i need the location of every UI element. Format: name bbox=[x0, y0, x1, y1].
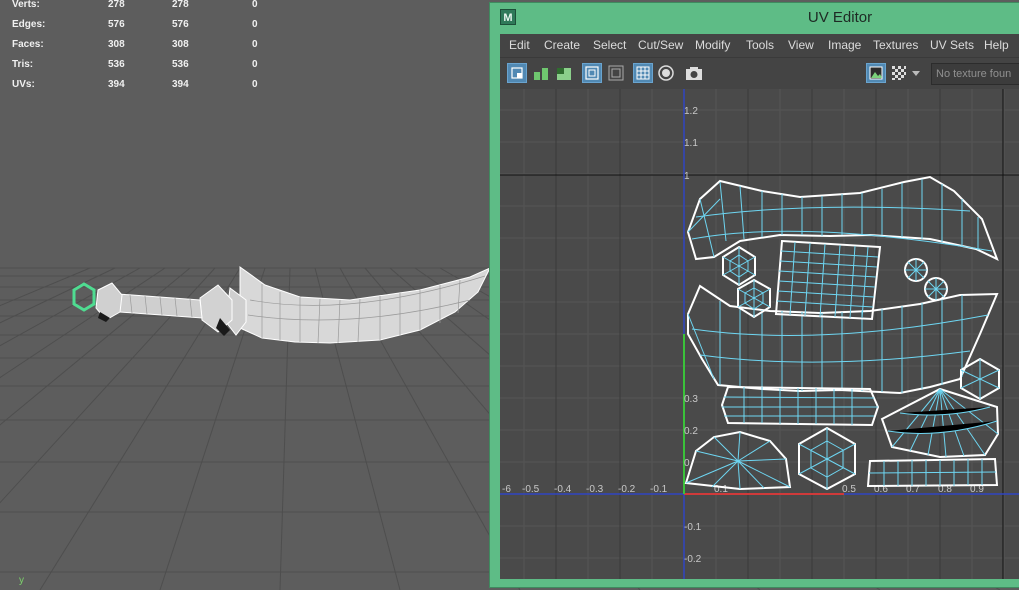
menu-select[interactable]: Select bbox=[593, 38, 626, 52]
uv-shell-hexagon-1[interactable] bbox=[722, 245, 756, 287]
uv-editor-window[interactable]: M UV Editor Edit Create Select Cut/Sew Modif… bbox=[489, 2, 1019, 588]
menu-help[interactable]: Help bbox=[984, 38, 1009, 52]
frame-selection-icon[interactable] bbox=[606, 63, 626, 83]
uv-editor-body: Edit Create Select Cut/Sew Modify Tools View Im… bbox=[500, 34, 1019, 579]
hud-row: Faces: 308 308 0 bbox=[12, 39, 272, 53]
hud-row-value: 394 bbox=[172, 79, 189, 90]
menu-image[interactable]: Image bbox=[828, 38, 861, 52]
snapshot-icon[interactable] bbox=[684, 63, 704, 83]
texture-name-field[interactable]: No texture foun bbox=[931, 63, 1019, 85]
hud-row-value: 0 bbox=[252, 39, 258, 50]
title-bar[interactable]: M UV Editor bbox=[490, 3, 1019, 31]
uv-canvas[interactable]: 1.2 1.1 1 0.3 0.2 0 -0.1 -0.2 -6 -0.5 -0.4 -0.3 -0.… bbox=[500, 89, 1019, 579]
hud-row: UVs: 394 394 0 bbox=[12, 79, 272, 93]
hud-row-label: Edges: bbox=[12, 19, 46, 30]
hud-row-value: 576 bbox=[172, 19, 189, 30]
hud-row-label: Faces: bbox=[12, 39, 44, 50]
u-tick-label: -0.3 bbox=[586, 484, 604, 495]
u-tick-label: -0.5 bbox=[522, 484, 540, 495]
v-tick-label: 1.2 bbox=[684, 106, 698, 117]
menu-create[interactable]: Create bbox=[544, 38, 580, 52]
uv-shell-handle[interactable] bbox=[720, 385, 880, 427]
uv-shell-guard-rect[interactable] bbox=[774, 239, 882, 321]
hud-row: Tris: 536 536 0 bbox=[12, 59, 272, 73]
checker-icon[interactable] bbox=[889, 63, 909, 83]
grid-toggle-icon[interactable] bbox=[633, 63, 653, 83]
v-tick-label: -0.1 bbox=[684, 522, 702, 533]
hud-row-value: 0 bbox=[252, 59, 258, 70]
window-title: UV Editor bbox=[807, 9, 873, 26]
hud-row-value: 394 bbox=[108, 79, 125, 90]
uv-shell-strip-bottom[interactable] bbox=[866, 457, 999, 488]
frame-all-icon[interactable] bbox=[582, 63, 602, 83]
hud-row-value: 0 bbox=[252, 79, 258, 90]
uv-shell-hexagon-2[interactable] bbox=[737, 278, 771, 319]
menu-view[interactable]: View bbox=[788, 38, 814, 52]
uv-sphere-icon[interactable] bbox=[656, 63, 676, 83]
uv-shell-circle-1[interactable] bbox=[904, 258, 928, 282]
hud-row-label: Verts: bbox=[12, 0, 40, 10]
v-tick-label: 1 bbox=[684, 171, 690, 182]
v-tick-label: 0.3 bbox=[684, 394, 698, 405]
hud-row-value: 278 bbox=[108, 0, 125, 10]
uv-toolkit-icon[interactable] bbox=[507, 63, 527, 83]
uv-layout-icon[interactable] bbox=[531, 63, 551, 83]
uv-shell-blade-top[interactable] bbox=[686, 175, 999, 261]
menu-bar: Edit Create Select Cut/Sew Modify Tools View Im… bbox=[500, 34, 1019, 57]
axis-y-label: y bbox=[19, 575, 24, 586]
u-tick-label: -0.4 bbox=[554, 484, 572, 495]
menu-modify[interactable]: Modify bbox=[695, 38, 730, 52]
u-tick-label: 0.5 bbox=[842, 484, 856, 495]
v-tick-label: 0 bbox=[684, 458, 690, 469]
hud-row: Verts: 278 278 0 bbox=[12, 0, 272, 13]
hud-row-value: 0 bbox=[252, 0, 258, 10]
menu-uv-sets[interactable]: UV Sets bbox=[930, 38, 974, 52]
hud-row-label: Tris: bbox=[12, 59, 34, 70]
dropdown-arrow-icon[interactable] bbox=[910, 63, 922, 83]
hud-row-label: UVs: bbox=[12, 79, 35, 90]
u-tick-label: -0.1 bbox=[650, 484, 668, 495]
v-tick-label: 1.1 bbox=[684, 138, 698, 149]
image-display-icon[interactable] bbox=[866, 63, 886, 83]
hud-row-value: 536 bbox=[172, 59, 189, 70]
uv-shell-circle-2[interactable] bbox=[924, 277, 948, 301]
hud-row-value: 278 bbox=[172, 0, 189, 10]
uv-toolbar: No texture foun bbox=[500, 57, 1019, 90]
hud-row-value: 576 bbox=[108, 19, 125, 30]
hud-row-value: 308 bbox=[108, 39, 125, 50]
u-tick-label: -6 bbox=[502, 484, 511, 495]
menu-textures[interactable]: Textures bbox=[873, 38, 918, 52]
uv-shell-fan-left[interactable] bbox=[684, 430, 792, 491]
menu-tools[interactable]: Tools bbox=[746, 38, 774, 52]
menu-edit[interactable]: Edit bbox=[509, 38, 530, 52]
hud-row-value: 536 bbox=[108, 59, 125, 70]
v-tick-label: -0.2 bbox=[684, 554, 702, 565]
hud-row-value: 0 bbox=[252, 19, 258, 30]
hud-row: Edges: 576 576 0 bbox=[12, 19, 272, 33]
menu-cut-sew[interactable]: Cut/Sew bbox=[638, 38, 683, 52]
u-tick-label: -0.2 bbox=[618, 484, 636, 495]
hud-row-value: 308 bbox=[172, 39, 189, 50]
v-tick-label: 0.2 bbox=[684, 426, 698, 437]
uv-shade-icon[interactable] bbox=[554, 63, 574, 83]
uv-shell-hexagon-4[interactable] bbox=[798, 426, 856, 491]
